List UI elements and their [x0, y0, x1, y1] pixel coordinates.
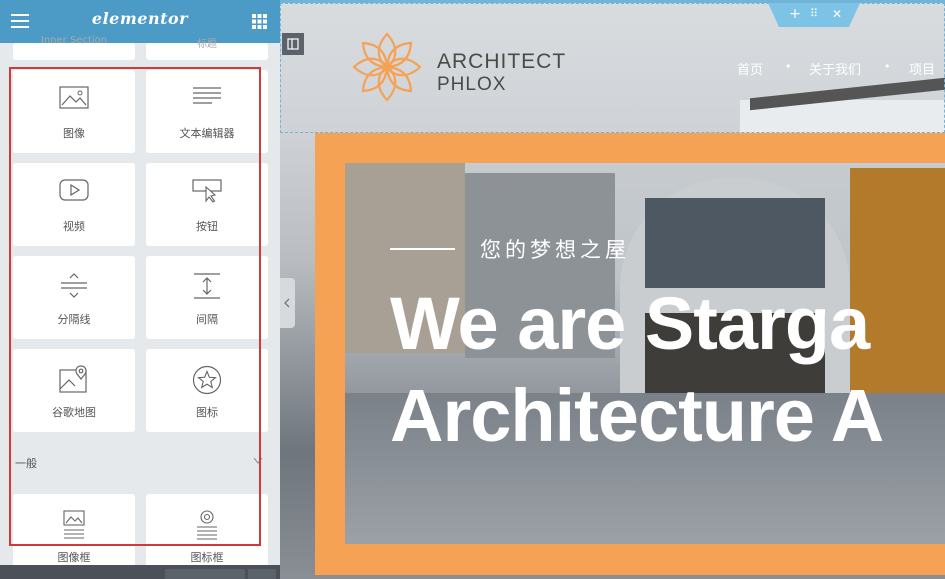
section-toolbar: + ⠿ ✕ [768, 3, 860, 27]
hero-tagline: 您的梦想之屋 [480, 238, 630, 262]
widget-text-editor[interactable]: 文本编辑器 [146, 70, 268, 153]
logo-text-phlox[interactable]: PHLOX [437, 74, 506, 96]
nav-item-home[interactable]: 首页 [737, 59, 763, 78]
hero-title-line1: We are Starga [390, 282, 870, 365]
widget-icon[interactable]: 图标 [146, 349, 268, 432]
nav-separator: • [785, 60, 792, 73]
star-icon [192, 365, 222, 395]
icon-box-icon [197, 510, 217, 540]
hero-title: We are Starga Architecture A [390, 278, 884, 462]
hero-rotunda-glass [645, 198, 825, 288]
widget-label: 按钮 [196, 220, 218, 233]
video-icon [59, 179, 89, 201]
widget-label: 文本编辑器 [179, 127, 235, 140]
footer-button[interactable] [248, 569, 276, 579]
section-title-general[interactable]: 一般 [15, 455, 37, 471]
image-box-icon [63, 510, 85, 539]
widgets-grid-icon[interactable] [252, 14, 267, 29]
widget-label: 分隔线 [57, 313, 91, 326]
widget-label: 间隔 [196, 313, 218, 326]
widget-button[interactable]: 按钮 [146, 163, 268, 246]
elementor-panel: elementor Inner Section 标题 图像 文本编辑器 视频 按… [0, 0, 280, 579]
widget-label: 图像 [63, 127, 85, 140]
nav-item-about[interactable]: 关于我们 [809, 59, 861, 78]
nav-item-projects[interactable]: 项目 [909, 59, 935, 78]
widget-video[interactable]: 视频 [13, 163, 135, 246]
chevron-down-icon[interactable] [253, 457, 263, 465]
menu-icon[interactable] [11, 14, 29, 28]
widget-image[interactable]: 图像 [13, 70, 135, 153]
hero-section[interactable]: 您的梦想之屋 We are Starga Architecture A [345, 163, 945, 544]
panel-footer [0, 565, 280, 579]
spacer-icon [194, 273, 220, 299]
widget-label: 图像框 [57, 551, 91, 564]
delete-section-button[interactable]: ✕ [828, 5, 846, 23]
widget-heading[interactable]: 标题 [146, 39, 268, 60]
chevron-left-icon [284, 298, 290, 308]
widget-label: 标题 [197, 39, 217, 50]
move-section-handle[interactable]: ⠿ [805, 5, 823, 23]
hero-accent-line [390, 248, 455, 250]
logo-text-architect[interactable]: ARCHITECT [437, 50, 566, 74]
widget-google-maps[interactable]: 谷歌地图 [13, 349, 135, 432]
nav-separator: • [884, 60, 891, 73]
brand-logo: elementor [91, 9, 189, 28]
widget-label: 谷歌地图 [52, 406, 96, 419]
divider-icon [61, 273, 87, 298]
widget-label: 图标框 [190, 551, 224, 564]
text-editor-icon [193, 87, 221, 104]
widget-divider[interactable]: 分隔线 [13, 256, 135, 339]
collapse-panel-button[interactable] [280, 278, 295, 328]
column-icon [287, 38, 299, 50]
widget-label: 视频 [63, 220, 85, 233]
hero-title-line2: Architecture A [390, 374, 884, 457]
widget-label: 图标 [196, 406, 218, 419]
button-icon [192, 179, 222, 203]
column-handle[interactable] [282, 33, 304, 55]
widget-label: Inner Section [40, 35, 108, 46]
footer-button[interactable] [165, 569, 245, 579]
lotus-logo-icon [352, 32, 422, 102]
add-section-button[interactable]: + [786, 5, 804, 23]
preview-canvas: + ⠿ ✕ ARCHITECT PHLOX 首页 • 关于我们 • 项目 您的梦… [280, 0, 945, 579]
widget-inner-section[interactable]: Inner Section [13, 35, 135, 60]
image-icon [59, 86, 89, 109]
widget-spacer[interactable]: 间隔 [146, 256, 268, 339]
google-maps-icon [59, 365, 87, 393]
